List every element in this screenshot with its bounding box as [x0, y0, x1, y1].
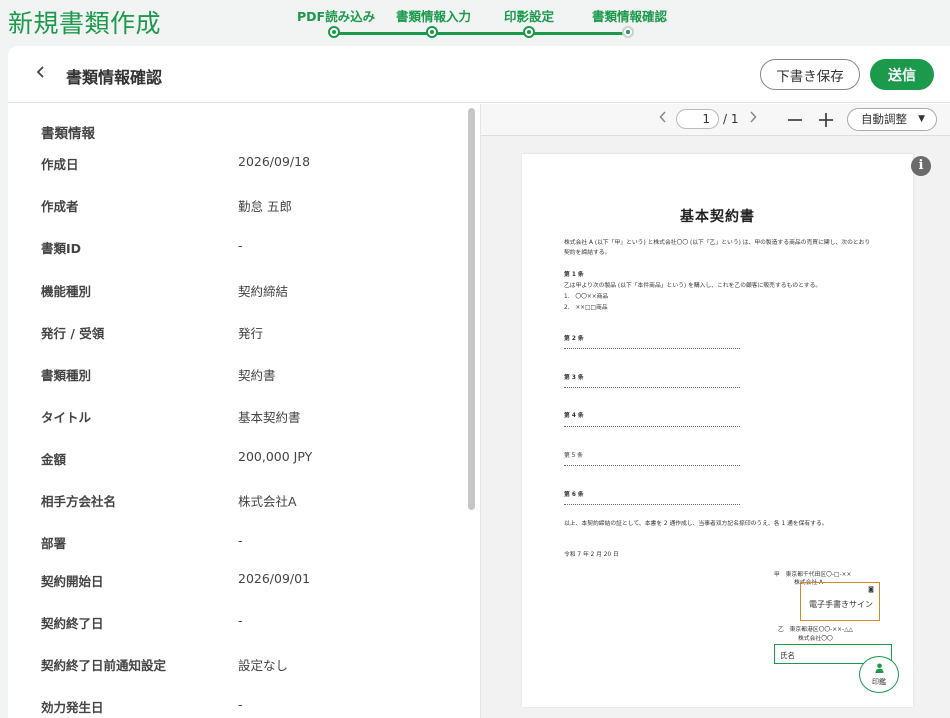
document-heading: 第 6 条: [564, 492, 584, 498]
info-value: -: [238, 533, 243, 548]
pdf-viewer: 1 / 1 自動調整 ▼ 基本契約書 株式会社 A (以下「甲」という) と株式…: [481, 104, 950, 718]
stepper-line: [334, 32, 628, 35]
info-value: 設定なし: [238, 658, 289, 673]
info-key: 部署: [41, 536, 67, 551]
info-value: 勤怠 五郎: [238, 199, 292, 214]
info-value: -: [238, 238, 243, 253]
document-text: 2. ××□□商品: [564, 305, 608, 311]
document-page: 基本契約書 株式会社 A (以下「甲」という) と株式会社〇〇 (以下「乙」とい…: [522, 154, 913, 707]
document-heading: 第 3 条: [564, 375, 584, 381]
document-info-panel: 書類情報 作成日 2026/09/18 作成者 勤怠 五郎 書類ID - 機能種別 契約…: [8, 104, 480, 718]
placeholder-line: [564, 426, 740, 427]
seal-label: 印鑑: [872, 678, 886, 686]
next-page-icon[interactable]: [749, 111, 757, 127]
step-document-confirm: 書類情報確認: [592, 6, 668, 38]
document-text: 契約を締結する。: [564, 250, 611, 256]
prev-page-icon[interactable]: [659, 111, 667, 127]
step-pdf-import: PDF読み込み: [297, 6, 376, 38]
page-number-input[interactable]: 1: [676, 109, 719, 129]
document-text: 令和 7 年 2 月 20 日: [564, 552, 619, 558]
step-dot: [622, 26, 634, 38]
step-dot: [328, 26, 340, 38]
info-key: 効力発生日: [41, 700, 104, 715]
placeholder-line: [564, 504, 740, 505]
step-seal-settings: 印影設定: [503, 6, 555, 38]
info-value: -: [238, 697, 243, 712]
app-title: 新規書類作成: [8, 9, 162, 38]
info-key: 作成者: [41, 199, 79, 214]
document-text: 株式会社〇〇: [798, 636, 833, 642]
info-key: 発行 / 受領: [41, 326, 105, 341]
step-dot: [523, 26, 535, 38]
info-value: 2026/09/01: [238, 571, 311, 586]
step-label: PDF読み込み: [297, 9, 376, 24]
step-document-input: 書類情報入力: [396, 6, 472, 38]
info-key: 契約終了日前通知設定: [41, 658, 167, 673]
page-title: 書類情報確認: [66, 68, 163, 87]
info-key: 金額: [41, 452, 67, 467]
document-text: 乙 東京都港区〇〇-××-△△: [778, 627, 853, 633]
info-key: 契約開始日: [41, 574, 104, 589]
placeholder-line: [564, 465, 740, 466]
info-key: 機能種別: [41, 284, 92, 299]
handwritten-signature-field[interactable]: ◙ 電子手書きサイン: [800, 582, 880, 621]
section-title: 書類情報: [41, 126, 95, 142]
document-text: 株式会社 A (以下「甲」という) と株式会社〇〇 (以下「乙」という) は、甲…: [564, 240, 871, 246]
info-value: 基本契約書: [238, 410, 301, 425]
document-text: 1. 〇〇××商品: [564, 294, 609, 300]
zoom-in-icon[interactable]: [818, 112, 834, 132]
document-heading: 第 1 条: [564, 272, 584, 278]
document-text: 乙は甲より次の製品 (以下「本件商品」という) を購入し、これを乙の顧客に販売す…: [564, 283, 822, 289]
info-icon[interactable]: i: [911, 156, 931, 176]
info-key: 作成日: [41, 157, 79, 172]
main-card: 書類情報確認 下書き保存 送信 書類情報 作成日 2026/09/18 作成者 勤怠…: [8, 46, 950, 718]
document-heading: 第 5 条: [564, 453, 583, 459]
caret-down-icon: ▼: [918, 114, 925, 124]
info-value: 200,000 JPY: [238, 449, 313, 464]
info-key: 契約終了日: [41, 616, 104, 631]
signature-label: 電子手書きサイン: [809, 600, 873, 609]
info-value: -: [238, 613, 243, 628]
zoom-out-icon[interactable]: [787, 112, 803, 132]
info-value: 株式会社A: [238, 494, 297, 509]
progress-stepper: PDF読み込み 書類情報入力 印影設定 書類情報確認: [297, 6, 677, 38]
viewer-toolbar: 1 / 1 自動調整 ▼: [481, 104, 950, 136]
back-chevron-icon[interactable]: [36, 64, 46, 83]
document-text: 甲 東京都千代田区〇-□-××: [774, 572, 852, 578]
info-key: 書類ID: [41, 241, 82, 256]
zoom-select[interactable]: 自動調整 ▼: [847, 108, 937, 131]
placeholder-line: [564, 348, 740, 349]
document-title: 基本契約書: [680, 209, 755, 225]
scrollbar[interactable]: [468, 108, 475, 510]
signature-stamp-icon: ◙: [868, 586, 874, 593]
step-label: 書類情報入力: [396, 9, 472, 24]
document-heading: 第 4 条: [564, 413, 584, 419]
zoom-label: 自動調整: [861, 112, 907, 126]
info-key: タイトル: [41, 410, 92, 425]
card-header: 書類情報確認 下書き保存 送信: [8, 46, 950, 103]
document-text: 以上、本契約締結の証として、本書を 2 通作成し、当事者双方記名捺印のうえ、各 …: [564, 521, 828, 527]
step-label: 印影設定: [503, 9, 554, 24]
step-label: 書類情報確認: [592, 9, 668, 24]
step-dot: [426, 26, 438, 38]
name-label: 氏名: [780, 651, 795, 660]
seal-button[interactable]: 印鑑: [859, 656, 899, 693]
info-value: 発行: [238, 326, 264, 341]
page-total: / 1: [723, 112, 739, 126]
document-heading: 第 2 条: [564, 336, 584, 342]
info-value: 契約書: [238, 368, 276, 383]
info-key: 相手方会社名: [41, 494, 117, 509]
placeholder-line: [564, 387, 740, 388]
send-button[interactable]: 送信: [870, 59, 934, 90]
save-draft-button[interactable]: 下書き保存: [760, 59, 860, 90]
info-value: 2026/09/18: [238, 154, 311, 169]
person-icon: [860, 663, 898, 676]
info-value: 契約締結: [238, 284, 289, 299]
info-key: 書類種別: [41, 368, 92, 383]
